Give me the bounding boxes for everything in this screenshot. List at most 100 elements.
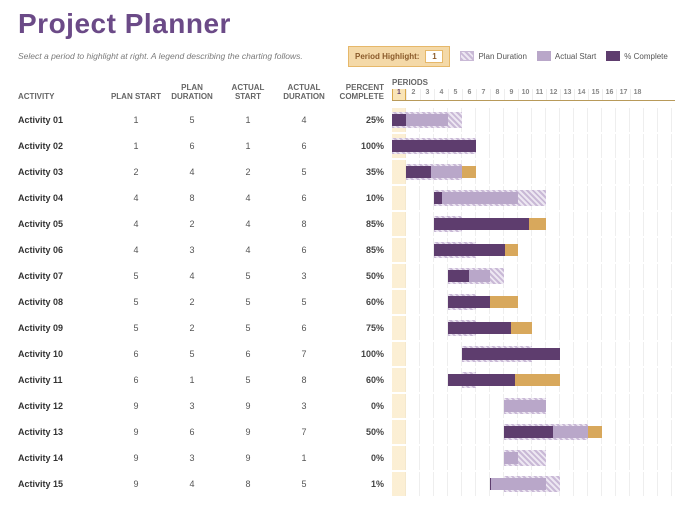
percent-complete[interactable]: 35% (332, 167, 392, 177)
percent-complete[interactable]: 100% (332, 141, 392, 151)
plan-duration[interactable]: 3 (164, 453, 220, 463)
table-row: Activity 03242535% (18, 159, 675, 185)
table-row: Activity 11615860% (18, 367, 675, 393)
actual-start[interactable]: 2 (220, 167, 276, 177)
actual-duration[interactable]: 5 (276, 167, 332, 177)
bar-complete (504, 426, 553, 438)
actual-duration[interactable]: 7 (276, 427, 332, 437)
actual-start[interactable]: 4 (220, 219, 276, 229)
percent-complete[interactable]: 50% (332, 271, 392, 281)
plan-start[interactable]: 9 (108, 401, 164, 411)
actual-start[interactable]: 9 (220, 453, 276, 463)
actual-start[interactable]: 5 (220, 297, 276, 307)
plan-duration[interactable]: 8 (164, 193, 220, 203)
header-activity: ACTIVITY (18, 92, 108, 101)
actual-start[interactable]: 9 (220, 401, 276, 411)
plan-duration[interactable]: 2 (164, 323, 220, 333)
table-row: Activity 021616100% (18, 133, 675, 159)
gantt-cell (392, 238, 675, 262)
percent-complete[interactable]: 10% (332, 193, 392, 203)
period-highlight-box[interactable]: Period Highlight: 1 (348, 46, 450, 67)
percent-complete[interactable]: 75% (332, 323, 392, 333)
plan-start[interactable]: 1 (108, 141, 164, 151)
actual-start[interactable]: 1 (220, 141, 276, 151)
plan-duration[interactable]: 6 (164, 141, 220, 151)
actual-duration[interactable]: 6 (276, 245, 332, 255)
percent-complete[interactable]: 100% (332, 349, 392, 359)
plan-duration[interactable]: 4 (164, 271, 220, 281)
actual-start[interactable]: 5 (220, 323, 276, 333)
actual-duration[interactable]: 5 (276, 297, 332, 307)
plan-duration[interactable]: 4 (164, 479, 220, 489)
percent-complete[interactable]: 60% (332, 375, 392, 385)
actual-duration[interactable]: 8 (276, 375, 332, 385)
page-title: Project Planner (18, 8, 675, 40)
plan-duration[interactable]: 2 (164, 297, 220, 307)
actual-duration[interactable]: 3 (276, 401, 332, 411)
actual-duration[interactable]: 3 (276, 271, 332, 281)
actual-duration[interactable]: 6 (276, 323, 332, 333)
bar-complete (434, 192, 442, 204)
actual-duration[interactable]: 6 (276, 193, 332, 203)
actual-start[interactable]: 5 (220, 271, 276, 281)
plan-start[interactable]: 9 (108, 479, 164, 489)
table-row: Activity 08525560% (18, 289, 675, 315)
plan-duration[interactable]: 1 (164, 375, 220, 385)
bar-complete (434, 218, 529, 230)
plan-duration[interactable]: 3 (164, 401, 220, 411)
plan-duration[interactable]: 4 (164, 167, 220, 177)
period-tick: 9 (504, 89, 518, 100)
plan-start[interactable]: 4 (108, 219, 164, 229)
plan-start[interactable]: 6 (108, 349, 164, 359)
swatch-complete-icon (606, 51, 620, 61)
plan-start[interactable]: 4 (108, 193, 164, 203)
plan-start[interactable]: 1 (108, 115, 164, 125)
plan-duration[interactable]: 5 (164, 349, 220, 359)
plan-start[interactable]: 4 (108, 245, 164, 255)
gantt-cell (392, 394, 675, 418)
period-tick: 3 (420, 89, 434, 100)
actual-start[interactable]: 8 (220, 479, 276, 489)
plan-start[interactable]: 5 (108, 271, 164, 281)
percent-complete[interactable]: 0% (332, 401, 392, 411)
percent-complete[interactable]: 25% (332, 115, 392, 125)
actual-start[interactable]: 4 (220, 245, 276, 255)
activity-name: Activity 11 (18, 375, 108, 385)
actual-start[interactable]: 1 (220, 115, 276, 125)
gantt-cell (392, 368, 675, 392)
percent-complete[interactable]: 60% (332, 297, 392, 307)
plan-start[interactable]: 9 (108, 427, 164, 437)
plan-duration[interactable]: 2 (164, 219, 220, 229)
actual-duration[interactable]: 4 (276, 115, 332, 125)
plan-duration[interactable]: 3 (164, 245, 220, 255)
percent-complete[interactable]: 85% (332, 245, 392, 255)
plan-start[interactable]: 6 (108, 375, 164, 385)
plan-start[interactable]: 5 (108, 297, 164, 307)
percent-complete[interactable]: 50% (332, 427, 392, 437)
activity-name: Activity 05 (18, 219, 108, 229)
legend-plan-label: Plan Duration (478, 52, 526, 61)
plan-start[interactable]: 9 (108, 453, 164, 463)
actual-start[interactable]: 4 (220, 193, 276, 203)
actual-duration[interactable]: 8 (276, 219, 332, 229)
actual-start[interactable]: 6 (220, 349, 276, 359)
period-highlight-value[interactable]: 1 (425, 50, 443, 63)
percent-complete[interactable]: 85% (332, 219, 392, 229)
bar-complete (490, 478, 491, 490)
period-tick: 18 (630, 89, 644, 100)
percent-complete[interactable]: 1% (332, 479, 392, 489)
actual-start[interactable]: 9 (220, 427, 276, 437)
actual-duration[interactable]: 5 (276, 479, 332, 489)
plan-duration[interactable]: 6 (164, 427, 220, 437)
gantt-cell (392, 264, 675, 288)
period-tick: 13 (560, 89, 574, 100)
actual-duration[interactable]: 6 (276, 141, 332, 151)
plan-duration[interactable]: 5 (164, 115, 220, 125)
actual-duration[interactable]: 7 (276, 349, 332, 359)
percent-complete[interactable]: 0% (332, 453, 392, 463)
plan-start[interactable]: 2 (108, 167, 164, 177)
plan-start[interactable]: 5 (108, 323, 164, 333)
actual-duration[interactable]: 1 (276, 453, 332, 463)
actual-start[interactable]: 5 (220, 375, 276, 385)
activity-name: Activity 03 (18, 167, 108, 177)
